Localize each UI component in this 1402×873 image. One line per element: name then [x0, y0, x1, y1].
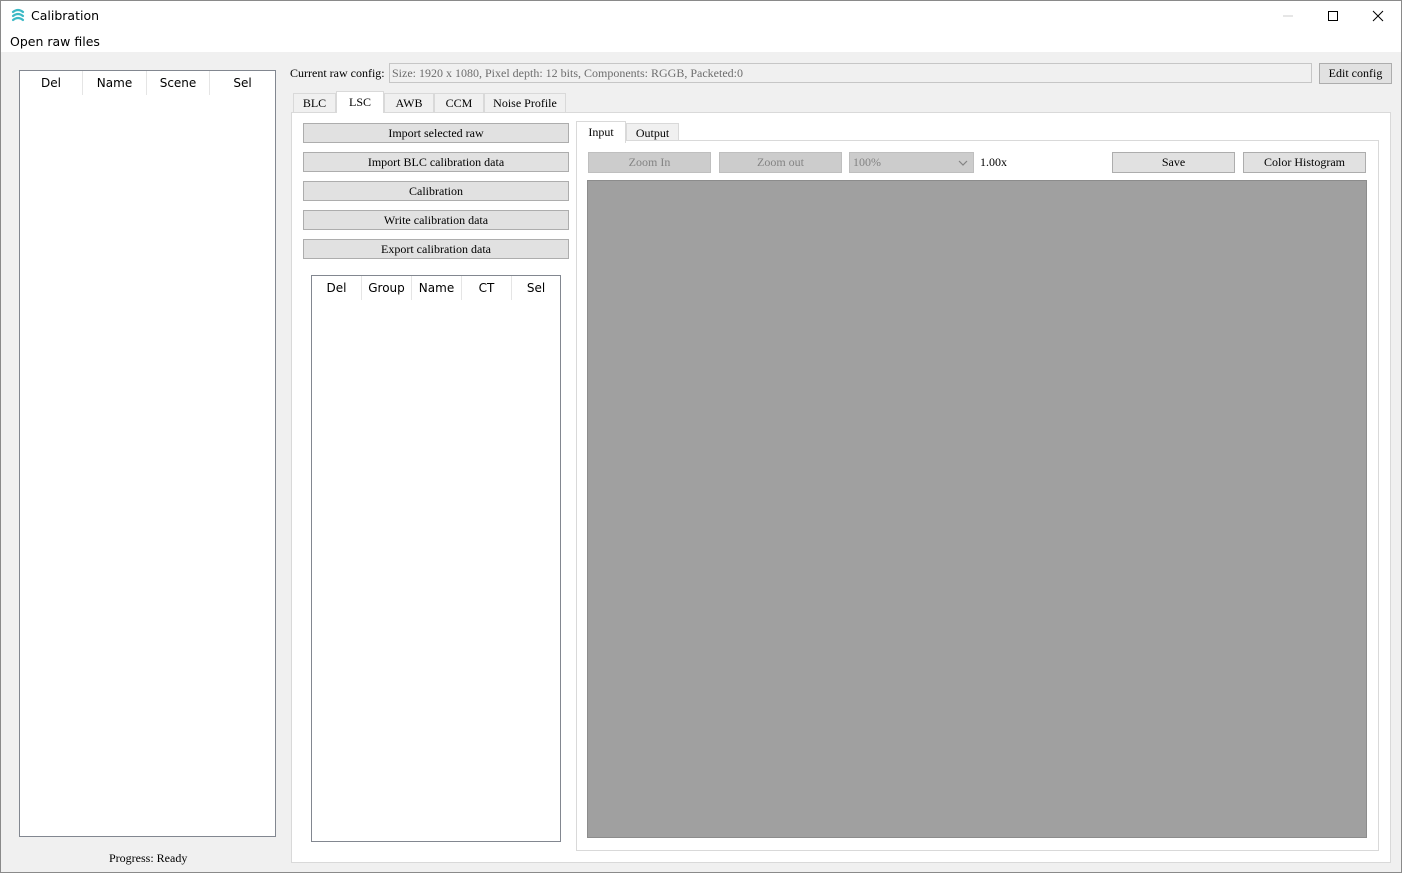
maximize-icon — [1328, 11, 1338, 21]
minimize-icon — [1283, 15, 1293, 17]
tab-ccm[interactable]: CCM — [434, 93, 484, 113]
app-logo-icon — [11, 8, 25, 22]
menu-bar: Open raw files — [1, 31, 1401, 52]
raw-files-table[interactable]: Del Name Scene Sel — [19, 70, 276, 837]
column-header-sel[interactable]: Sel — [210, 71, 275, 95]
column-header-name[interactable]: Name — [412, 276, 462, 300]
raw-files-table-header: Del Name Scene Sel — [20, 71, 275, 95]
zoom-out-button[interactable]: Zoom out — [719, 152, 842, 173]
column-header-ct[interactable]: CT — [462, 276, 512, 300]
tab-input[interactable]: Input — [576, 121, 626, 143]
import-selected-raw-button[interactable]: Import selected raw — [303, 123, 569, 143]
lsc-data-table[interactable]: Del Group Name CT Sel — [311, 275, 561, 842]
tab-noise-profile[interactable]: Noise Profile — [484, 93, 566, 113]
write-calibration-data-button[interactable]: Write calibration data — [303, 210, 569, 230]
window-title: Calibration — [31, 8, 100, 23]
progress-status: Progress: Ready — [109, 851, 188, 865]
raw-config-label: Current raw config: — [290, 66, 385, 80]
minimize-button[interactable] — [1265, 1, 1311, 31]
zoom-in-button[interactable]: Zoom In — [588, 152, 711, 173]
column-header-name[interactable]: Name — [83, 71, 147, 95]
lsc-table-header: Del Group Name CT Sel — [312, 276, 560, 300]
column-header-sel[interactable]: Sel — [512, 276, 560, 300]
color-histogram-button[interactable]: Color Histogram — [1243, 152, 1366, 173]
import-blc-calibration-button[interactable]: Import BLC calibration data — [303, 152, 569, 172]
column-header-group[interactable]: Group — [362, 276, 412, 300]
calibration-window: Calibration Open raw files Del Name Scen… — [0, 0, 1402, 873]
tab-blc[interactable]: BLC — [293, 93, 336, 113]
tab-awb[interactable]: AWB — [384, 93, 434, 113]
chevron-down-icon — [958, 160, 968, 166]
tab-lsc[interactable]: LSC — [336, 91, 384, 113]
zoom-level-value: 100% — [853, 155, 881, 169]
menu-open-raw-files[interactable]: Open raw files — [10, 34, 100, 49]
export-calibration-data-button[interactable]: Export calibration data — [303, 239, 569, 259]
title-bar: Calibration — [1, 1, 1401, 31]
column-header-del[interactable]: Del — [20, 71, 83, 95]
column-header-scene[interactable]: Scene — [147, 71, 210, 95]
close-icon — [1372, 10, 1384, 22]
column-header-del[interactable]: Del — [312, 276, 362, 300]
maximize-button[interactable] — [1310, 1, 1356, 31]
save-button[interactable]: Save — [1112, 152, 1235, 173]
image-canvas[interactable] — [587, 180, 1367, 838]
close-button[interactable] — [1355, 1, 1401, 31]
edit-config-button[interactable]: Edit config — [1319, 63, 1392, 84]
zoom-level-select[interactable]: 100% — [849, 152, 974, 173]
zoom-factor-readout: 1.00x — [980, 155, 1007, 169]
raw-config-field[interactable]: Size: 1920 x 1080, Pixel depth: 12 bits,… — [389, 63, 1312, 83]
calibration-button[interactable]: Calibration — [303, 181, 569, 201]
